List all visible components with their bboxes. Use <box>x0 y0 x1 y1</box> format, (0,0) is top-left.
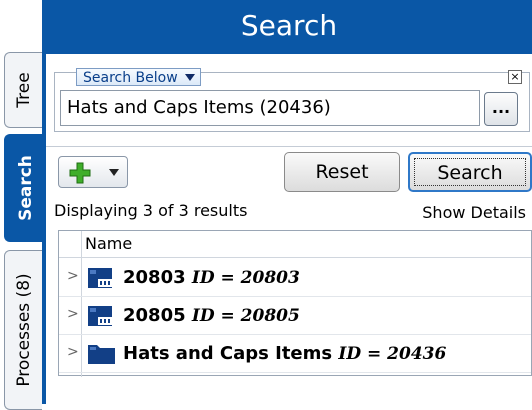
divider <box>46 146 532 147</box>
folder-icon <box>88 345 115 364</box>
expand-icon[interactable]: > <box>67 268 79 284</box>
list-item[interactable]: > 20805 ID = 20805 <box>59 296 531 335</box>
reset-button[interactable]: Reset <box>284 152 400 192</box>
item-id: ID = 20436 <box>338 344 447 364</box>
list-item[interactable]: > 20803 ID = 20803 <box>59 258 531 297</box>
item-title: 20805 <box>123 305 186 326</box>
search-button[interactable]: Search <box>408 152 532 192</box>
item-icon <box>88 268 112 288</box>
plus-icon <box>69 162 91 184</box>
expand-icon[interactable]: > <box>67 344 79 360</box>
search-mode-dropdown[interactable]: Search Below <box>76 68 201 86</box>
column-header[interactable]: Name <box>59 231 531 377</box>
tab-processes-label: Processes (8) <box>13 273 34 387</box>
results-status: Displaying 3 of 3 results <box>54 201 248 220</box>
panel-title: Search <box>240 9 338 42</box>
tab-tree-label: Tree <box>13 72 34 108</box>
item-name: 20805 ID = 20805 <box>123 305 300 326</box>
browse-button[interactable]: ... <box>484 92 518 126</box>
item-name: Hats and Caps Items ID = 20436 <box>123 343 446 364</box>
expand-icon[interactable]: > <box>67 306 79 322</box>
list-item[interactable]: > Hats and Caps Items ID = 20436 <box>59 334 531 373</box>
item-id: ID = 20805 <box>191 306 300 326</box>
item-name: 20803 ID = 20803 <box>123 267 300 288</box>
search-mode-label: Search Below <box>83 70 178 86</box>
tab-search[interactable]: Search <box>4 134 46 242</box>
chevron-down-icon <box>109 169 119 176</box>
item-title: Hats and Caps Items <box>123 343 333 364</box>
tab-processes[interactable]: Processes (8) <box>4 250 42 410</box>
item-icon <box>88 306 112 326</box>
results-list: Name > 20803 ID = 20803 > 20805 ID = 208… <box>58 230 532 377</box>
side-tab-strip: Tree Search Processes (8) <box>0 0 46 410</box>
tab-tree[interactable]: Tree <box>4 52 42 128</box>
chevron-down-icon <box>184 74 195 81</box>
show-details-link[interactable]: Show Details <box>422 203 526 222</box>
scope-field[interactable]: Hats and Caps Items (20436) <box>60 90 480 126</box>
tab-search-label: Search <box>15 155 36 221</box>
item-id: ID = 20803 <box>191 268 300 288</box>
close-icon[interactable]: × <box>508 70 522 84</box>
item-title: 20803 <box>123 267 186 288</box>
search-panel: Search Search Below × Hats and Caps Item… <box>46 0 532 404</box>
column-name: Name <box>85 234 133 253</box>
add-button[interactable] <box>58 156 128 188</box>
focus-ring <box>414 158 526 186</box>
panel-header: Search <box>46 0 532 54</box>
